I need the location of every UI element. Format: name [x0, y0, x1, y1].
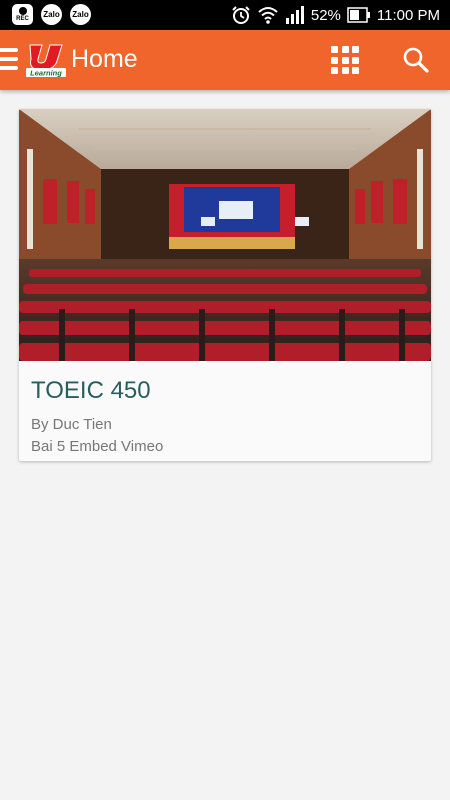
app-logo: Learning: [26, 44, 66, 78]
battery-icon: [347, 7, 370, 23]
course-thumbnail: [19, 109, 431, 361]
screen-record-icon: REC: [12, 4, 33, 25]
status-bar: REC Zalo Zalo 52% 11:00 PM: [0, 0, 450, 30]
zalo-notification-icon: Zalo: [70, 4, 91, 25]
course-lesson: Bai 5 Embed Vimeo: [31, 438, 164, 455]
wifi-icon: [258, 7, 278, 24]
system-status: 52% 11:00 PM: [231, 0, 440, 30]
menu-icon[interactable]: [0, 48, 18, 72]
course-card[interactable]: TOEIC 450 By Duc Tien Bai 5 Embed Vimeo: [19, 109, 431, 461]
battery-percent: 52%: [310, 6, 341, 24]
zalo-label: Zalo: [43, 10, 60, 19]
rec-label: REC: [16, 15, 29, 22]
course-title: TOEIC 450: [31, 377, 151, 404]
alarm-icon: [232, 6, 250, 24]
notification-icons: REC Zalo Zalo: [12, 4, 91, 25]
signal-icon: [285, 6, 304, 24]
zalo-notification-icon: Zalo: [41, 4, 62, 25]
zalo-label: Zalo: [72, 10, 89, 19]
app-bar: Learning Home: [0, 30, 450, 90]
clock: 11:00 PM: [376, 6, 440, 24]
search-icon[interactable]: [402, 46, 430, 74]
course-author: By Duc Tien: [31, 416, 112, 433]
page-title: Home: [71, 45, 138, 73]
apps-grid-icon[interactable]: [331, 46, 359, 74]
logo-text: Learning: [30, 69, 62, 78]
